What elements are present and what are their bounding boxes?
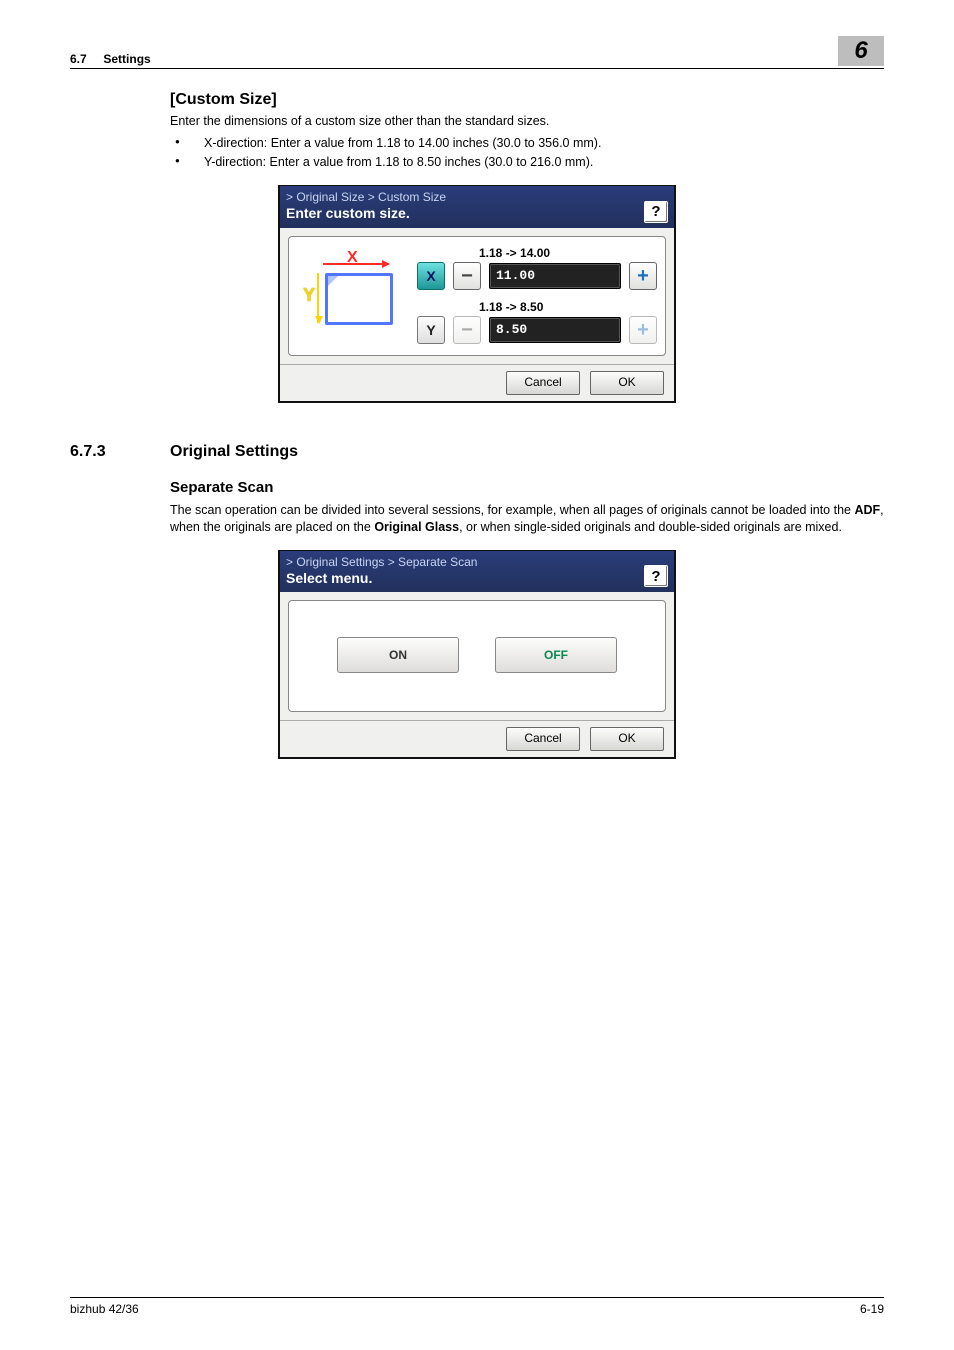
custom-size-intro: Enter the dimensions of a custom size ot…	[170, 113, 884, 130]
ok-button[interactable]: OK	[590, 371, 664, 395]
minus-icon: −	[461, 266, 473, 286]
page-size-diagram: X Y	[297, 245, 417, 345]
breadcrumb: > Original Settings > Separate Scan	[286, 555, 477, 570]
panel-header: > Original Settings > Separate Scan Sele…	[280, 551, 674, 593]
y-axis-label-icon: Y	[303, 285, 315, 306]
header-left: 6.7 Settings	[70, 52, 151, 66]
subsection-title: Original Settings	[170, 443, 298, 461]
page-header: 6.7 Settings 6	[70, 36, 884, 69]
panel-prompt: Select menu.	[286, 570, 477, 588]
x-value-display: 11.00	[489, 263, 621, 289]
footer-right: 6-19	[860, 1302, 884, 1316]
custom-size-bullets: X-direction: Enter a value from 1.18 to …	[70, 134, 884, 172]
y-axis-button[interactable]: Y	[417, 316, 445, 344]
help-icon[interactable]: ?	[644, 565, 668, 587]
panel-prompt: Enter custom size.	[286, 205, 446, 223]
option-off-button[interactable]: OFF	[495, 637, 617, 673]
heading-custom-size: [Custom Size]	[170, 91, 884, 109]
x-decrement-button[interactable]: −	[453, 262, 481, 290]
cancel-button[interactable]: Cancel	[506, 727, 580, 751]
plus-icon: +	[637, 266, 649, 286]
y-value-display: 8.50	[489, 317, 621, 343]
plus-icon: +	[637, 320, 649, 340]
help-icon[interactable]: ?	[644, 201, 668, 223]
x-increment-button[interactable]: +	[629, 262, 657, 290]
page-footer: bizhub 42/36 6-19	[70, 1297, 884, 1316]
section-title: Settings	[103, 52, 150, 66]
separate-scan-paragraph: The scan operation can be divided into s…	[170, 502, 884, 536]
footer-left: bizhub 42/36	[70, 1302, 139, 1316]
x-range-label: 1.18 -> 14.00	[479, 246, 657, 260]
breadcrumb: > Original Size > Custom Size	[286, 190, 446, 205]
list-item: X-direction: Enter a value from 1.18 to …	[170, 134, 884, 153]
panel-separate-scan: > Original Settings > Separate Scan Sele…	[278, 550, 676, 760]
chapter-number-box: 6	[838, 36, 884, 66]
ok-button[interactable]: OK	[590, 727, 664, 751]
x-axis-button[interactable]: X	[417, 262, 445, 290]
heading-separate-scan: Separate Scan	[170, 479, 884, 496]
list-item: Y-direction: Enter a value from 1.18 to …	[170, 153, 884, 172]
panel-custom-size: > Original Size > Custom Size Enter cust…	[278, 185, 676, 403]
y-increment-button[interactable]: +	[629, 316, 657, 344]
y-range-label: 1.18 -> 8.50	[479, 300, 657, 314]
y-decrement-button[interactable]: −	[453, 316, 481, 344]
cancel-button[interactable]: Cancel	[506, 371, 580, 395]
minus-icon: −	[461, 320, 473, 340]
option-on-button[interactable]: ON	[337, 637, 459, 673]
section-number: 6.7	[70, 52, 87, 66]
panel-header: > Original Size > Custom Size Enter cust…	[280, 186, 674, 228]
subsection-number: 6.7.3	[70, 443, 170, 461]
